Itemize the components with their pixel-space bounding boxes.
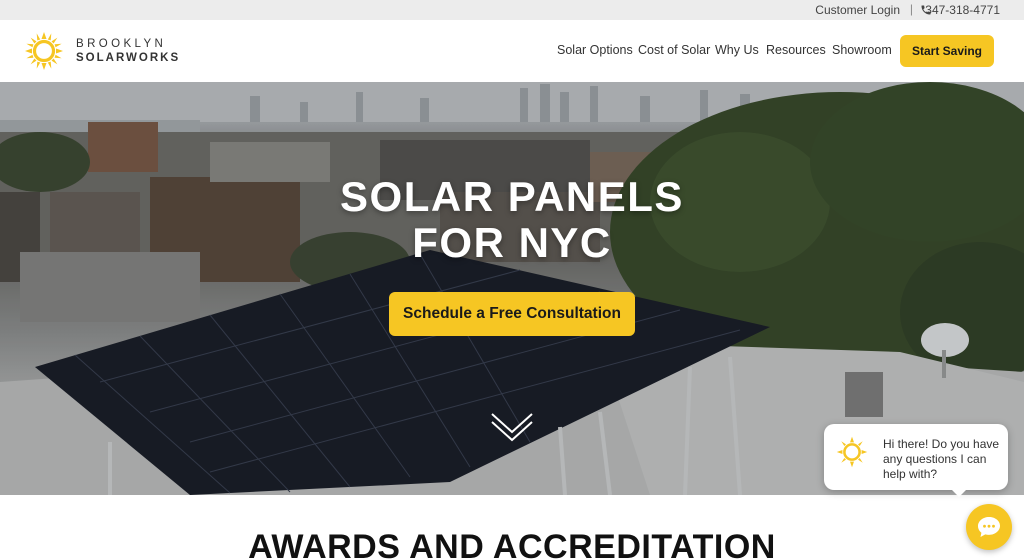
logo-text-brooklyn: BROOKLYN [76,38,167,50]
hero-title: SOLAR PANELS FOR NYC [0,174,1024,266]
site-header: BROOKLYN SOLARWORKS Solar Options Cost o… [0,20,1024,82]
nav-resources[interactable]: Resources [766,43,826,57]
start-saving-button[interactable]: Start Saving [900,35,994,67]
nav-why-us[interactable]: Why Us [715,43,759,57]
phone-number-link[interactable]: 347-318-4771 [925,3,1000,17]
nav-showroom[interactable]: Showroom [832,43,892,57]
utility-separator: | [909,2,913,16]
customer-login-link[interactable]: Customer Login [815,3,900,17]
utility-bar: Customer Login | 347-318-4771 [0,0,1024,20]
chat-greeting-bubble[interactable]: Hi there! Do you have any questions I ca… [824,424,1008,497]
sun-avatar-icon [836,436,868,468]
hero-title-line1: SOLAR PANELS [340,173,684,220]
sun-logo-icon[interactable] [24,31,64,71]
hero-title-line2: FOR NYC [412,219,612,266]
chevron-down-icon[interactable] [490,412,534,442]
awards-heading: AWARDS AND ACCREDITATION [248,528,776,560]
nav-cost-of-solar[interactable]: Cost of Solar [638,43,710,57]
chat-greeting-text: Hi there! Do you have any questions I ca… [883,437,1000,481]
nav-solar-options[interactable]: Solar Options [557,43,633,57]
logo-text-solarworks: SOLARWORKS [76,52,181,64]
schedule-consultation-button[interactable]: Schedule a Free Consultation [389,292,635,336]
